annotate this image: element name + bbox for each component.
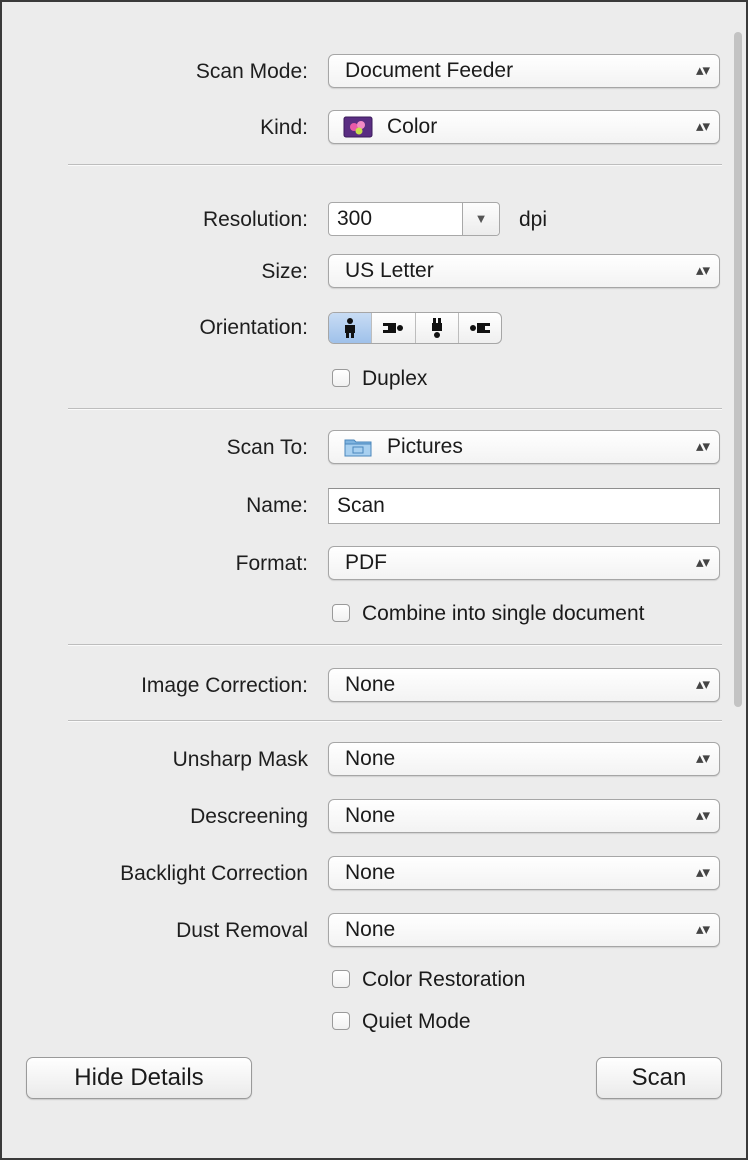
resolution-combo[interactable]: 300 ▼ bbox=[328, 202, 500, 236]
dust-removal-popup[interactable]: None ▴▾ bbox=[328, 913, 720, 947]
scan-mode-popup[interactable]: Document Feeder ▴▾ bbox=[328, 54, 720, 88]
image-correction-value: None bbox=[345, 673, 396, 696]
scan-mode-label: Scan Mode: bbox=[195, 60, 308, 83]
color-restoration-checkbox[interactable] bbox=[332, 970, 350, 988]
dust-removal-value: None bbox=[345, 918, 396, 941]
up-down-arrows-icon: ▴▾ bbox=[695, 750, 710, 767]
quiet-mode-label: Quiet Mode bbox=[362, 1010, 471, 1033]
unsharp-mask-label: Unsharp Mask bbox=[172, 748, 308, 771]
dust-removal-row: Dust Removal None ▴▾ bbox=[2, 911, 722, 951]
portrait-upright-icon bbox=[345, 318, 356, 338]
orientation-inverted-button[interactable] bbox=[416, 313, 459, 343]
quiet-mode-checkbox[interactable] bbox=[332, 1012, 350, 1030]
up-down-arrows-icon: ▴▾ bbox=[695, 262, 710, 279]
backlight-correction-value: None bbox=[345, 861, 396, 884]
color-restoration-label: Color Restoration bbox=[362, 968, 526, 991]
resolution-unit: dpi bbox=[519, 208, 548, 231]
backlight-correction-row: Backlight Correction None ▴▾ bbox=[2, 854, 722, 894]
unsharp-mask-value: None bbox=[345, 747, 396, 770]
up-down-arrows-icon: ▴▾ bbox=[695, 554, 710, 571]
image-correction-label: Image Correction: bbox=[141, 674, 308, 697]
up-down-arrows-icon: ▴▾ bbox=[695, 921, 710, 938]
scan-mode-value: Document Feeder bbox=[345, 59, 514, 82]
resolution-label: Resolution: bbox=[202, 208, 308, 231]
name-label: Name: bbox=[246, 494, 308, 517]
descreening-popup[interactable]: None ▴▾ bbox=[328, 799, 720, 833]
unsharp-mask-row: Unsharp Mask None ▴▾ bbox=[2, 740, 722, 780]
size-popup[interactable]: US Letter ▴▾ bbox=[328, 254, 720, 288]
duplex-label: Duplex bbox=[362, 367, 428, 390]
combine-checkbox[interactable] bbox=[332, 604, 350, 622]
format-popup[interactable]: PDF ▴▾ bbox=[328, 546, 720, 580]
size-value: US Letter bbox=[345, 259, 434, 282]
landscape-right-icon bbox=[383, 323, 404, 333]
hide-details-button[interactable]: Hide Details bbox=[26, 1057, 252, 1099]
kind-row: Kind: Color ▴▾ bbox=[2, 108, 722, 148]
dropdown-arrow-icon[interactable]: ▼ bbox=[462, 203, 499, 235]
color-photo-icon bbox=[343, 116, 373, 138]
unsharp-mask-popup[interactable]: None ▴▾ bbox=[328, 742, 720, 776]
up-down-arrows-icon: ▴▾ bbox=[695, 676, 710, 693]
orientation-landscape-left-button[interactable] bbox=[459, 313, 501, 343]
vertical-scrollbar[interactable] bbox=[734, 32, 742, 707]
format-row: Format: PDF ▴▾ bbox=[2, 544, 722, 584]
orientation-portrait-button[interactable] bbox=[329, 313, 373, 343]
combine-label: Combine into single document bbox=[362, 602, 645, 625]
scan-to-label: Scan To: bbox=[226, 436, 308, 459]
separator bbox=[68, 644, 722, 646]
scan-settings-panel: Scan Mode: Document Feeder ▴▾ Kind: Colo… bbox=[0, 0, 748, 1160]
landscape-left-icon bbox=[469, 323, 490, 333]
orientation-label: Orientation: bbox=[199, 316, 308, 339]
descreening-label: Descreening bbox=[190, 805, 308, 828]
image-correction-popup[interactable]: None ▴▾ bbox=[328, 668, 720, 702]
descreening-value: None bbox=[345, 804, 396, 827]
scan-to-value: Pictures bbox=[387, 435, 463, 458]
size-row: Size: US Letter ▴▾ bbox=[2, 252, 722, 292]
size-label: Size: bbox=[261, 260, 308, 283]
resolution-row: Resolution: 300 ▼ dpi bbox=[2, 200, 722, 240]
scan-to-popup[interactable]: Pictures ▴▾ bbox=[328, 430, 720, 464]
scan-button[interactable]: Scan bbox=[596, 1057, 722, 1099]
up-down-arrows-icon: ▴▾ bbox=[695, 118, 710, 135]
dust-removal-label: Dust Removal bbox=[176, 919, 308, 942]
descreening-row: Descreening None ▴▾ bbox=[2, 797, 722, 837]
kind-value: Color bbox=[387, 115, 438, 138]
name-row: Name: Scan bbox=[2, 486, 722, 526]
up-down-arrows-icon: ▴▾ bbox=[695, 807, 710, 824]
folder-icon bbox=[344, 439, 372, 457]
kind-popup[interactable]: Color ▴▾ bbox=[328, 110, 720, 144]
up-down-arrows-icon: ▴▾ bbox=[695, 438, 710, 455]
kind-label: Kind: bbox=[260, 116, 308, 139]
separator bbox=[68, 408, 722, 410]
orientation-segmented-control bbox=[328, 312, 502, 344]
scan-mode-row: Scan Mode: Document Feeder ▴▾ bbox=[2, 52, 722, 92]
backlight-correction-popup[interactable]: None ▴▾ bbox=[328, 856, 720, 890]
image-correction-row: Image Correction: None ▴▾ bbox=[2, 666, 722, 706]
backlight-correction-label: Backlight Correction bbox=[120, 862, 308, 885]
format-value: PDF bbox=[345, 551, 387, 574]
orientation-landscape-right-button[interactable] bbox=[372, 313, 416, 343]
resolution-value: 300 bbox=[337, 207, 373, 230]
scan-to-row: Scan To: Pictures ▴▾ bbox=[2, 428, 722, 468]
separator bbox=[68, 720, 722, 722]
separator bbox=[68, 164, 722, 166]
portrait-inverted-icon bbox=[431, 318, 442, 338]
up-down-arrows-icon: ▴▾ bbox=[695, 864, 710, 881]
duplex-checkbox[interactable] bbox=[332, 369, 350, 387]
format-label: Format: bbox=[235, 552, 308, 575]
up-down-arrows-icon: ▴▾ bbox=[695, 62, 710, 79]
name-field[interactable]: Scan bbox=[328, 488, 720, 524]
orientation-row: Orientation: bbox=[2, 308, 722, 348]
